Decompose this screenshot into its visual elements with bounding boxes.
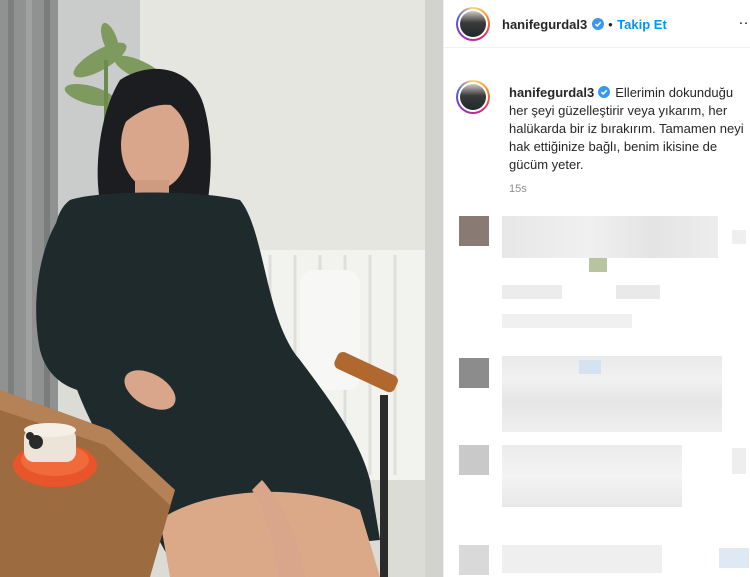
caption-avatar[interactable] [456, 80, 490, 114]
verified-badge-icon [591, 18, 604, 30]
header-separator: • [608, 17, 613, 32]
comment-avatar [459, 358, 489, 388]
comment-reply-pixelated [616, 285, 660, 299]
comment-emoji-pixelated [579, 360, 601, 374]
comment-avatar [459, 445, 489, 475]
post-photo-image [0, 0, 443, 577]
comment-replies-pixelated [502, 314, 632, 328]
comment-text-pixelated [502, 356, 722, 432]
post-caption: hanifegurdal3 Ellerimin dokunduğu her şe… [509, 84, 749, 174]
comment-text-pixelated [502, 445, 682, 507]
comment-like-pixelated [732, 230, 746, 244]
header-username[interactable]: hanifegurdal3 [502, 17, 587, 32]
post-header: hanifegurdal3 • Takip Et … [444, 0, 750, 48]
caption-timestamp[interactable]: 15s [509, 183, 527, 195]
follow-button[interactable]: Takip Et [617, 17, 667, 32]
caption-verified-badge-icon [598, 86, 611, 98]
header-avatar[interactable] [456, 7, 490, 41]
comment-avatar [459, 216, 489, 246]
more-options-icon[interactable]: … [738, 11, 750, 29]
comment-meta-pixelated [502, 285, 562, 299]
post-photo[interactable] [0, 0, 443, 577]
comment-text-pixelated [502, 545, 662, 573]
comment-avatar [459, 545, 489, 575]
caption-username[interactable]: hanifegurdal3 [509, 85, 594, 100]
comment-text-pixelated [502, 216, 718, 258]
comment-like-pixelated [732, 448, 746, 474]
header-user-line: hanifegurdal3 • Takip Et [502, 16, 667, 34]
comment-emoji-pixelated [719, 548, 749, 568]
post-details-panel: hanifegurdal3 • Takip Et … hanifegurdal3… [443, 0, 750, 577]
comment-emoji-pixelated [589, 258, 607, 272]
